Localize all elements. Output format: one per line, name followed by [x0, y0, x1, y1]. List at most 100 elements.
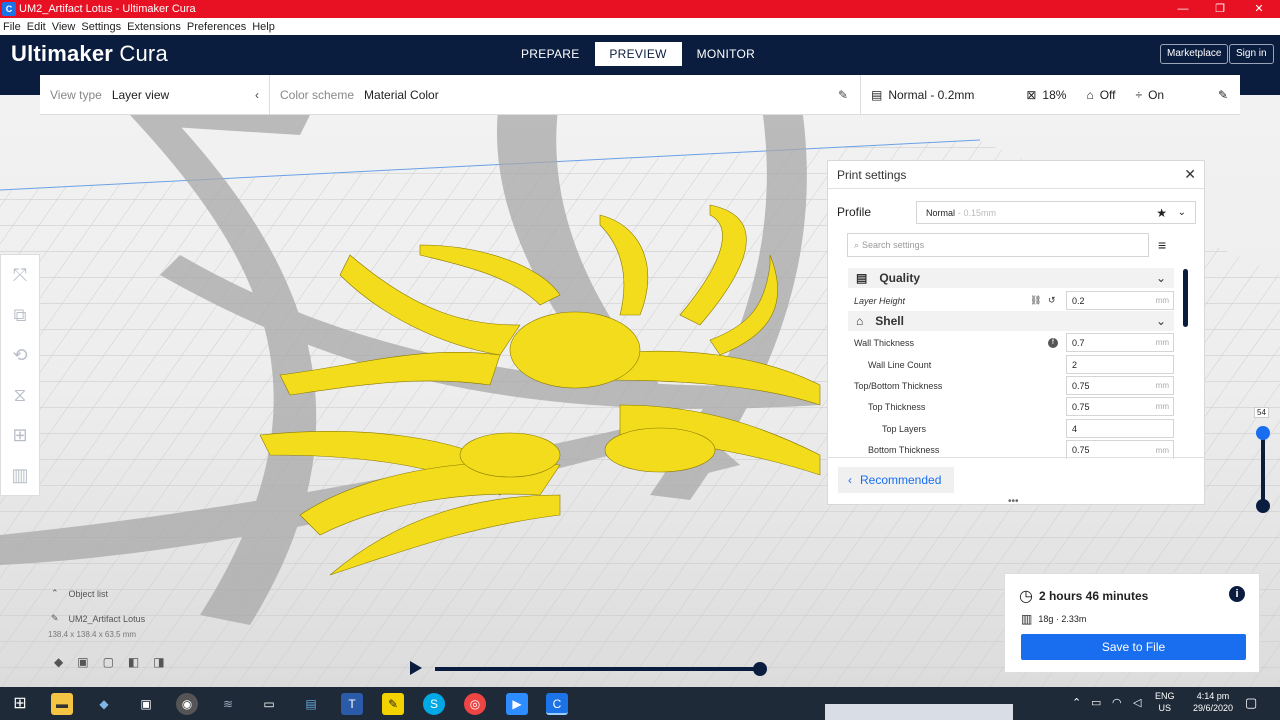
app-icon[interactable]: ◆ [93, 693, 115, 715]
category-quality[interactable]: ▤ Quality ⌄ [848, 268, 1174, 288]
pencil-icon[interactable]: ✎ [838, 88, 848, 102]
terminal-icon[interactable]: ▭ [258, 693, 280, 715]
layer-number-badge: 54 [1254, 407, 1269, 418]
cura-app-icon: C [2, 2, 16, 16]
chevron-down-icon: ⌄ [1155, 314, 1166, 328]
right-view-icon[interactable]: ◨ [153, 655, 164, 669]
tab-preview[interactable]: PREVIEW [594, 42, 682, 66]
simulation-handle[interactable] [753, 662, 767, 676]
topbottom-thickness-field[interactable]: 0.75 mm [1066, 376, 1174, 395]
chevron-left-icon: ‹ [255, 87, 259, 102]
wall-thickness-field[interactable]: 0.7 mm [1066, 333, 1174, 352]
chrome-icon[interactable]: ◎ [464, 693, 486, 715]
notifications-icon[interactable]: ▢ [1245, 695, 1257, 711]
print-setup-summary[interactable]: ▤ Normal - 0.2mm ⊠ 18% ⌂ Off ÷ On ✎ [860, 75, 1240, 115]
info-icon[interactable]: f [1048, 337, 1058, 348]
word-icon[interactable]: T [341, 693, 363, 715]
remote-desktop-icon[interactable]: ▣ [135, 693, 157, 715]
support-summary: Off [1099, 87, 1116, 102]
menu-help[interactable]: Help [249, 21, 278, 33]
top-layers-field[interactable]: 4 [1066, 419, 1174, 438]
profile-dropdown[interactable]: Normal - 0.15mm ★ ⌄ [916, 201, 1196, 224]
play-icon[interactable] [410, 661, 422, 675]
star-icon[interactable]: ★ [1156, 206, 1167, 220]
battery-icon[interactable]: ▭ [1091, 696, 1101, 709]
tool-panel: ⤧ ⧉ ⟲ ⧖ ⊞ ▥ [0, 254, 40, 496]
menu-view[interactable]: View [49, 21, 79, 33]
front-view-icon[interactable]: ▣ [77, 655, 88, 669]
save-to-file-button[interactable]: Save to File [1021, 634, 1246, 660]
reset-icon[interactable]: ↺ [1048, 295, 1056, 306]
rotate-tool-icon[interactable]: ⟲ [1, 335, 39, 375]
panel-resize-handle[interactable]: ••• [1008, 496, 1019, 507]
window-preview-thumbnail[interactable] [825, 704, 1013, 720]
menu-extensions[interactable]: Extensions [124, 21, 184, 33]
top-thickness-field[interactable]: 0.75 mm [1066, 397, 1174, 416]
pencil-icon: ✎ [51, 613, 59, 623]
top-view-icon[interactable]: ▢ [103, 655, 114, 669]
move-tool-icon[interactable]: ⤧ [1, 255, 39, 295]
layer-slider-top-handle[interactable] [1256, 426, 1270, 440]
wifi-icon[interactable]: ◠ [1112, 696, 1122, 709]
file-explorer-icon[interactable]: ▬ [51, 693, 73, 715]
simulation-track[interactable] [435, 667, 760, 671]
sign-in-button[interactable]: Sign in [1229, 44, 1274, 64]
settings-scrollbar[interactable] [1183, 269, 1188, 327]
windows-start-icon[interactable]: ⊞ [9, 693, 31, 715]
color-scheme-label: Color scheme [280, 87, 355, 102]
volume-icon[interactable]: ◁ [1133, 696, 1141, 709]
category-shell[interactable]: ⌂ Shell ⌄ [848, 311, 1174, 331]
color-scheme-value: Material Color [364, 87, 439, 102]
clock-icon: ◷ [1019, 588, 1033, 605]
support-blocker-icon[interactable]: ▥ [1, 455, 39, 495]
close-icon[interactable]: ✕ [1184, 166, 1196, 183]
menu-preferences[interactable]: Preferences [184, 21, 249, 33]
restore-icon[interactable]: ❐ [1201, 0, 1239, 18]
scale-tool-icon[interactable]: ⧉ [1, 295, 39, 335]
ultimaker-cura-logo: Ultimaker Cura [11, 41, 168, 66]
view-orientation-buttons: ◆ ▣ ▢ ◧ ◨ [54, 655, 165, 669]
menu-settings[interactable]: Settings [78, 21, 124, 33]
zoom-icon[interactable]: ▶ [506, 693, 528, 715]
quality-icon: ▤ [856, 271, 868, 285]
view-type-selector[interactable]: View type Layer view ‹ [40, 74, 270, 115]
close-window-icon[interactable]: ✕ [1240, 0, 1278, 18]
cura-taskbar-icon[interactable]: C [546, 693, 568, 715]
search-settings-input[interactable]: ⌕ Search settings [847, 233, 1149, 257]
window-title: UM2_Artifact Lotus - Ultimaker Cura [19, 3, 196, 15]
tray-chevron-icon[interactable]: ⌃ [1072, 696, 1081, 709]
skype-icon[interactable]: S [423, 693, 445, 715]
stage-tabs: PREPARE PREVIEW MONITOR [506, 42, 770, 66]
media-icon[interactable]: ◉ [176, 693, 198, 715]
wall-line-count-field[interactable]: 2 [1066, 355, 1174, 374]
menu-edit[interactable]: Edit [24, 21, 49, 33]
recommended-button[interactable]: ‹ Recommended [838, 467, 954, 493]
network-app-icon[interactable]: ▤ [300, 693, 322, 715]
minimize-icon[interactable]: — [1164, 0, 1202, 18]
info-icon[interactable]: i [1229, 586, 1245, 602]
per-model-settings-icon[interactable]: ⊞ [1, 415, 39, 455]
sticky-notes-icon[interactable]: ✎ [382, 693, 404, 715]
layer-slider-bottom-handle[interactable] [1256, 499, 1270, 513]
tab-monitor[interactable]: MONITOR [682, 42, 771, 66]
print-time: 2 hours 46 minutes [1038, 589, 1149, 603]
menu-file[interactable]: File [0, 21, 24, 33]
mirror-tool-icon[interactable]: ⧖ [1, 375, 39, 415]
system-clock[interactable]: 4:14 pm 29/6/2020 [1188, 690, 1238, 714]
marketplace-button[interactable]: Marketplace [1160, 44, 1229, 64]
link-icon[interactable]: ⛓ [1030, 295, 1041, 306]
tab-prepare[interactable]: PREPARE [506, 42, 595, 66]
print-estimate-panel: ◷ 2 hours 46 minutes i ▥ 18g · 2.33m Sav… [1004, 573, 1260, 673]
color-scheme-selector[interactable]: Color scheme Material Color ✎ [270, 75, 860, 115]
layer-height-field[interactable]: 0.2 mm [1066, 291, 1174, 310]
object-list-toggle[interactable]: ⌃ Object list [48, 588, 165, 599]
pencil-icon[interactable]: ✎ [1218, 88, 1228, 102]
object-name[interactable]: ✎ UM2_Artifact Lotus [48, 613, 165, 624]
vpn-icon[interactable]: ≋ [217, 693, 239, 715]
layer-slider[interactable]: 54 [1254, 405, 1271, 513]
language-indicator[interactable]: ENG US [1155, 690, 1175, 714]
settings-menu-icon[interactable]: ≡ [1158, 237, 1166, 253]
chevron-left-icon: ‹ [848, 473, 852, 487]
3d-view-icon[interactable]: ◆ [54, 655, 63, 669]
left-view-icon[interactable]: ◧ [128, 655, 139, 669]
